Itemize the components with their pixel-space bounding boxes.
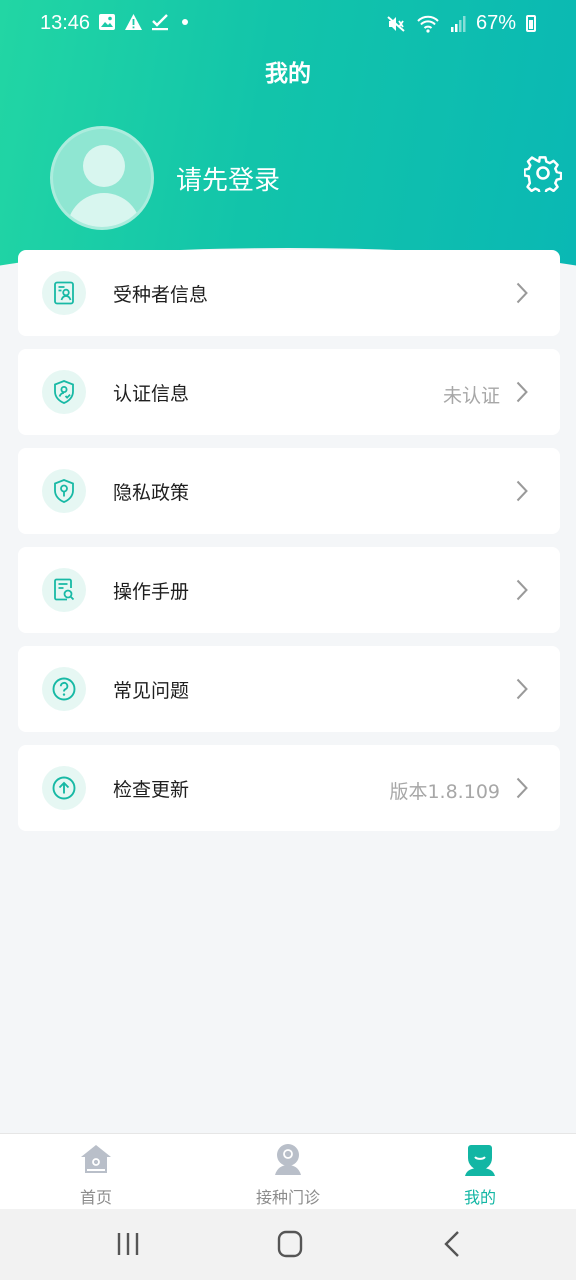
nav-item-profile[interactable]: 我的 xyxy=(384,1134,576,1209)
menu-item-label: 隐私政策 xyxy=(113,482,190,504)
arrow-up-circle-icon xyxy=(42,766,86,810)
login-prompt[interactable]: 请先登录 xyxy=(176,160,280,197)
battery-percent: 67% xyxy=(475,12,516,34)
nav-item-clinic[interactable]: 接种门诊 xyxy=(192,1134,384,1209)
gear-icon xyxy=(523,156,563,196)
menu-item-check-update[interactable]: 检查更新 版本1.8.109 xyxy=(18,745,560,831)
menu-item-label: 认证信息 xyxy=(113,383,190,405)
avatar-body xyxy=(67,193,141,227)
status-icons-left xyxy=(98,13,192,31)
status-icons-right: 67% xyxy=(386,12,536,35)
nav-item-home[interactable]: 首页 xyxy=(0,1134,192,1209)
chevron-right-icon xyxy=(516,480,528,502)
signal-icon xyxy=(450,15,466,32)
avatar[interactable] xyxy=(50,126,154,230)
chevron-right-icon xyxy=(516,777,528,799)
dot-icon xyxy=(182,19,188,25)
chevron-right-icon xyxy=(516,678,528,700)
settings-button[interactable] xyxy=(523,154,563,196)
shield-person-icon xyxy=(42,370,86,414)
check-icon xyxy=(152,14,168,31)
nav-label: 我的 xyxy=(463,1188,496,1207)
person-card-icon xyxy=(42,271,86,315)
location-pin-icon xyxy=(275,1144,301,1175)
home-button-icon[interactable] xyxy=(270,1229,310,1259)
battery-icon xyxy=(526,15,536,32)
chevron-right-icon xyxy=(516,579,528,601)
system-nav-bar xyxy=(0,1209,576,1280)
warning-icon xyxy=(125,14,142,30)
document-search-icon xyxy=(42,568,86,612)
chevron-right-icon xyxy=(516,381,528,403)
certification-status: 未认证 xyxy=(442,385,500,407)
nav-label: 首页 xyxy=(79,1188,112,1207)
mute-icon xyxy=(387,15,405,32)
nav-label: 接种门诊 xyxy=(255,1188,320,1207)
status-bar: 13:46 67% xyxy=(0,0,576,48)
wifi-icon xyxy=(417,15,439,33)
menu-item-certification[interactable]: 认证信息 未认证 xyxy=(18,349,560,435)
menu-item-label: 检查更新 xyxy=(113,779,190,801)
shield-lock-icon xyxy=(42,469,86,513)
page-title: 我的 xyxy=(265,61,311,87)
menu-item-recipient-info[interactable]: 受种者信息 xyxy=(18,250,560,336)
status-time: 13:46 xyxy=(40,12,91,34)
menu-item-privacy-policy[interactable]: 隐私政策 xyxy=(18,448,560,534)
menu-item-manual[interactable]: 操作手册 xyxy=(18,547,560,633)
menu-item-label: 操作手册 xyxy=(113,581,190,603)
avatar-head xyxy=(83,145,125,187)
menu-item-faq[interactable]: 常见问题 xyxy=(18,646,560,732)
recent-apps-icon[interactable] xyxy=(108,1229,148,1259)
menu-item-label: 受种者信息 xyxy=(113,284,209,306)
image-icon xyxy=(99,14,115,30)
bottom-nav: 首页 接种门诊 我的 xyxy=(0,1133,576,1209)
profile-icon xyxy=(465,1145,495,1176)
menu-item-label: 常见问题 xyxy=(113,680,190,702)
back-icon[interactable] xyxy=(432,1229,472,1259)
chevron-right-icon xyxy=(516,282,528,304)
question-icon xyxy=(42,667,86,711)
menu-list: 受种者信息 认证信息 未认证 隐私政策 操作手册 常见问题 检查更新 版本1.8… xyxy=(18,250,560,844)
app-version: 版本1.8.109 xyxy=(389,781,500,803)
home-icon xyxy=(81,1145,111,1173)
